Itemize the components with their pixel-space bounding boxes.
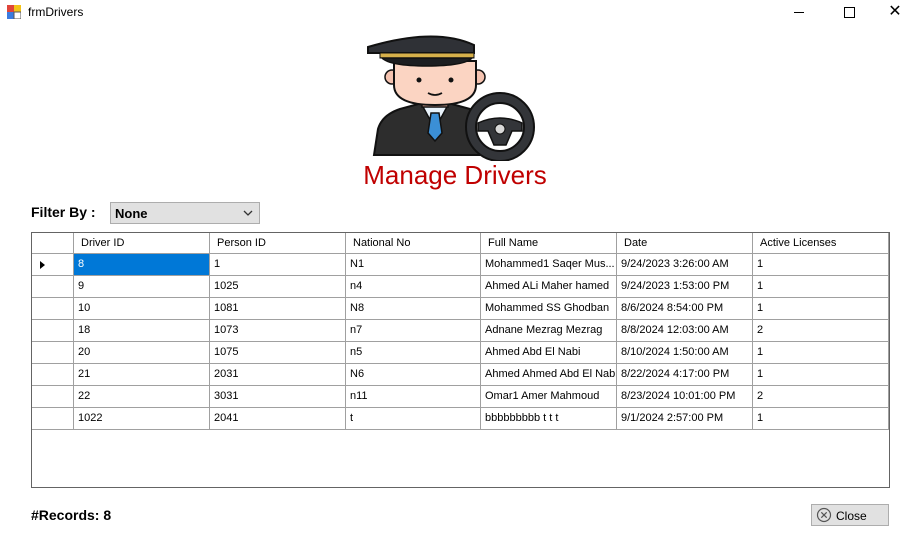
maximize-icon bbox=[843, 6, 855, 18]
cell-national-no[interactable]: n5 bbox=[346, 342, 481, 363]
cell-driver-id[interactable]: 9 bbox=[74, 276, 210, 297]
maximize-button[interactable] bbox=[826, 0, 872, 24]
row-selector-current[interactable] bbox=[32, 254, 74, 275]
cell-national-no[interactable]: n4 bbox=[346, 276, 481, 297]
table-row[interactable]: 22 3031 n11 Omar1 Amer Mahmoud 8/23/2024… bbox=[32, 386, 889, 408]
cell-full-name[interactable]: Omar1 Amer Mahmoud bbox=[481, 386, 617, 407]
cell-active-licenses[interactable]: 1 bbox=[753, 276, 889, 297]
cell-person-id[interactable]: 1073 bbox=[210, 320, 346, 341]
drivers-grid[interactable]: Driver ID Person ID National No Full Nam… bbox=[31, 232, 890, 488]
cell-person-id[interactable]: 2041 bbox=[210, 408, 346, 429]
cell-active-licenses[interactable]: 1 bbox=[753, 342, 889, 363]
cell-driver-id[interactable]: 10 bbox=[74, 298, 210, 319]
cell-full-name[interactable]: Ahmed Ahmed Abd El Nabi bbox=[481, 364, 617, 385]
cell-driver-id[interactable]: 21 bbox=[74, 364, 210, 385]
cell-driver-id[interactable]: 1022 bbox=[74, 408, 210, 429]
close-button-label: Close bbox=[836, 509, 867, 523]
cell-date[interactable]: 9/24/2023 3:26:00 AM bbox=[617, 254, 753, 275]
column-header-date[interactable]: Date bbox=[617, 233, 753, 253]
cell-person-id[interactable]: 1081 bbox=[210, 298, 346, 319]
filter-selected-value: None bbox=[115, 206, 148, 221]
column-header-person-id[interactable]: Person ID bbox=[210, 233, 346, 253]
cell-national-no[interactable]: N6 bbox=[346, 364, 481, 385]
cell-date[interactable]: 8/8/2024 12:03:00 AM bbox=[617, 320, 753, 341]
cell-national-no[interactable]: N8 bbox=[346, 298, 481, 319]
cell-national-no[interactable]: t bbox=[346, 408, 481, 429]
cell-date[interactable]: 8/10/2024 1:50:00 AM bbox=[617, 342, 753, 363]
table-row[interactable]: 21 2031 N6 Ahmed Ahmed Abd El Nabi 8/22/… bbox=[32, 364, 889, 386]
cell-date[interactable]: 9/24/2023 1:53:00 PM bbox=[617, 276, 753, 297]
cell-driver-id[interactable]: 20 bbox=[74, 342, 210, 363]
cell-national-no[interactable]: n7 bbox=[346, 320, 481, 341]
records-count-label: #Records: 8 bbox=[31, 507, 111, 523]
cell-date[interactable]: 9/1/2024 2:57:00 PM bbox=[617, 408, 753, 429]
table-row[interactable]: 18 1073 n7 Adnane Mezrag Mezrag 8/8/2024… bbox=[32, 320, 889, 342]
cell-driver-id[interactable]: 18 bbox=[74, 320, 210, 341]
grid-header: Driver ID Person ID National No Full Nam… bbox=[32, 233, 889, 254]
cell-active-licenses[interactable]: 1 bbox=[753, 364, 889, 385]
grid-corner-cell[interactable] bbox=[32, 233, 74, 253]
table-row[interactable]: 20 1075 n5 Ahmed Abd El Nabi 8/10/2024 1… bbox=[32, 342, 889, 364]
filter-by-dropdown[interactable]: None bbox=[110, 202, 260, 224]
column-header-active-licenses[interactable]: Active Licenses bbox=[753, 233, 889, 253]
cell-active-licenses[interactable]: 1 bbox=[753, 408, 889, 429]
cell-person-id[interactable]: 1 bbox=[210, 254, 346, 275]
cell-person-id[interactable]: 1025 bbox=[210, 276, 346, 297]
cell-active-licenses[interactable]: 2 bbox=[753, 320, 889, 341]
cell-active-licenses[interactable]: 1 bbox=[753, 254, 889, 275]
cell-date[interactable]: 8/22/2024 4:17:00 PM bbox=[617, 364, 753, 385]
minimize-icon bbox=[794, 11, 804, 13]
chevron-down-icon bbox=[243, 210, 253, 216]
cell-driver-id[interactable]: 8 bbox=[74, 254, 210, 275]
window-close-button[interactable]: ✕ bbox=[872, 0, 909, 24]
driver-with-steering-wheel-icon bbox=[367, 35, 535, 161]
cell-person-id[interactable]: 1075 bbox=[210, 342, 346, 363]
close-icon: ✕ bbox=[888, 3, 902, 20]
row-selector[interactable] bbox=[32, 276, 74, 297]
records-label: #Records: bbox=[31, 507, 100, 523]
cell-active-licenses[interactable]: 2 bbox=[753, 386, 889, 407]
row-selector[interactable] bbox=[32, 298, 74, 319]
cell-person-id[interactable]: 2031 bbox=[210, 364, 346, 385]
minimize-button[interactable] bbox=[776, 0, 822, 24]
title-bar: frmDrivers ✕ bbox=[0, 0, 909, 24]
page-title: Manage Drivers bbox=[363, 160, 547, 190]
cell-full-name[interactable]: Adnane Mezrag Mezrag bbox=[481, 320, 617, 341]
cell-date[interactable]: 8/6/2024 8:54:00 PM bbox=[617, 298, 753, 319]
row-selector[interactable] bbox=[32, 386, 74, 407]
cell-national-no[interactable]: n11 bbox=[346, 386, 481, 407]
app-icon bbox=[7, 5, 21, 19]
table-row[interactable]: 10 1081 N8 Mohammed SS Ghodban 8/6/2024 … bbox=[32, 298, 889, 320]
column-header-full-name[interactable]: Full Name bbox=[481, 233, 617, 253]
close-button[interactable]: Close bbox=[811, 504, 889, 526]
row-selector[interactable] bbox=[32, 320, 74, 341]
cell-national-no[interactable]: N1 bbox=[346, 254, 481, 275]
filter-by-label: Filter By : bbox=[31, 204, 96, 220]
cell-date[interactable]: 8/23/2024 10:01:00 PM bbox=[617, 386, 753, 407]
cell-full-name[interactable]: Mohammed1 Saqer Mus... bbox=[481, 254, 617, 275]
cell-full-name[interactable]: Ahmed Abd El Nabi bbox=[481, 342, 617, 363]
cell-full-name[interactable]: Mohammed SS Ghodban bbox=[481, 298, 617, 319]
column-header-national-no[interactable]: National No bbox=[346, 233, 481, 253]
cell-driver-id[interactable]: 22 bbox=[74, 386, 210, 407]
window-title: frmDrivers bbox=[28, 5, 84, 19]
row-selector[interactable] bbox=[32, 408, 74, 429]
table-row[interactable]: 1022 2041 t bbbbbbbbb t t t 9/1/2024 2:5… bbox=[32, 408, 889, 430]
column-header-driver-id[interactable]: Driver ID bbox=[74, 233, 210, 253]
grid-body: 8 1 N1 Mohammed1 Saqer Mus... 9/24/2023 … bbox=[32, 254, 889, 430]
cell-active-licenses[interactable]: 1 bbox=[753, 298, 889, 319]
table-row[interactable]: 9 1025 n4 Ahmed ALi Maher hamed 9/24/202… bbox=[32, 276, 889, 298]
table-row[interactable]: 8 1 N1 Mohammed1 Saqer Mus... 9/24/2023 … bbox=[32, 254, 889, 276]
cell-person-id[interactable]: 3031 bbox=[210, 386, 346, 407]
cell-full-name[interactable]: bbbbbbbbb t t t bbox=[481, 408, 617, 429]
records-count-value: 8 bbox=[103, 507, 112, 523]
cell-full-name[interactable]: Ahmed ALi Maher hamed bbox=[481, 276, 617, 297]
row-selector[interactable] bbox=[32, 342, 74, 363]
close-circle-icon bbox=[816, 507, 832, 523]
row-selector[interactable] bbox=[32, 364, 74, 385]
